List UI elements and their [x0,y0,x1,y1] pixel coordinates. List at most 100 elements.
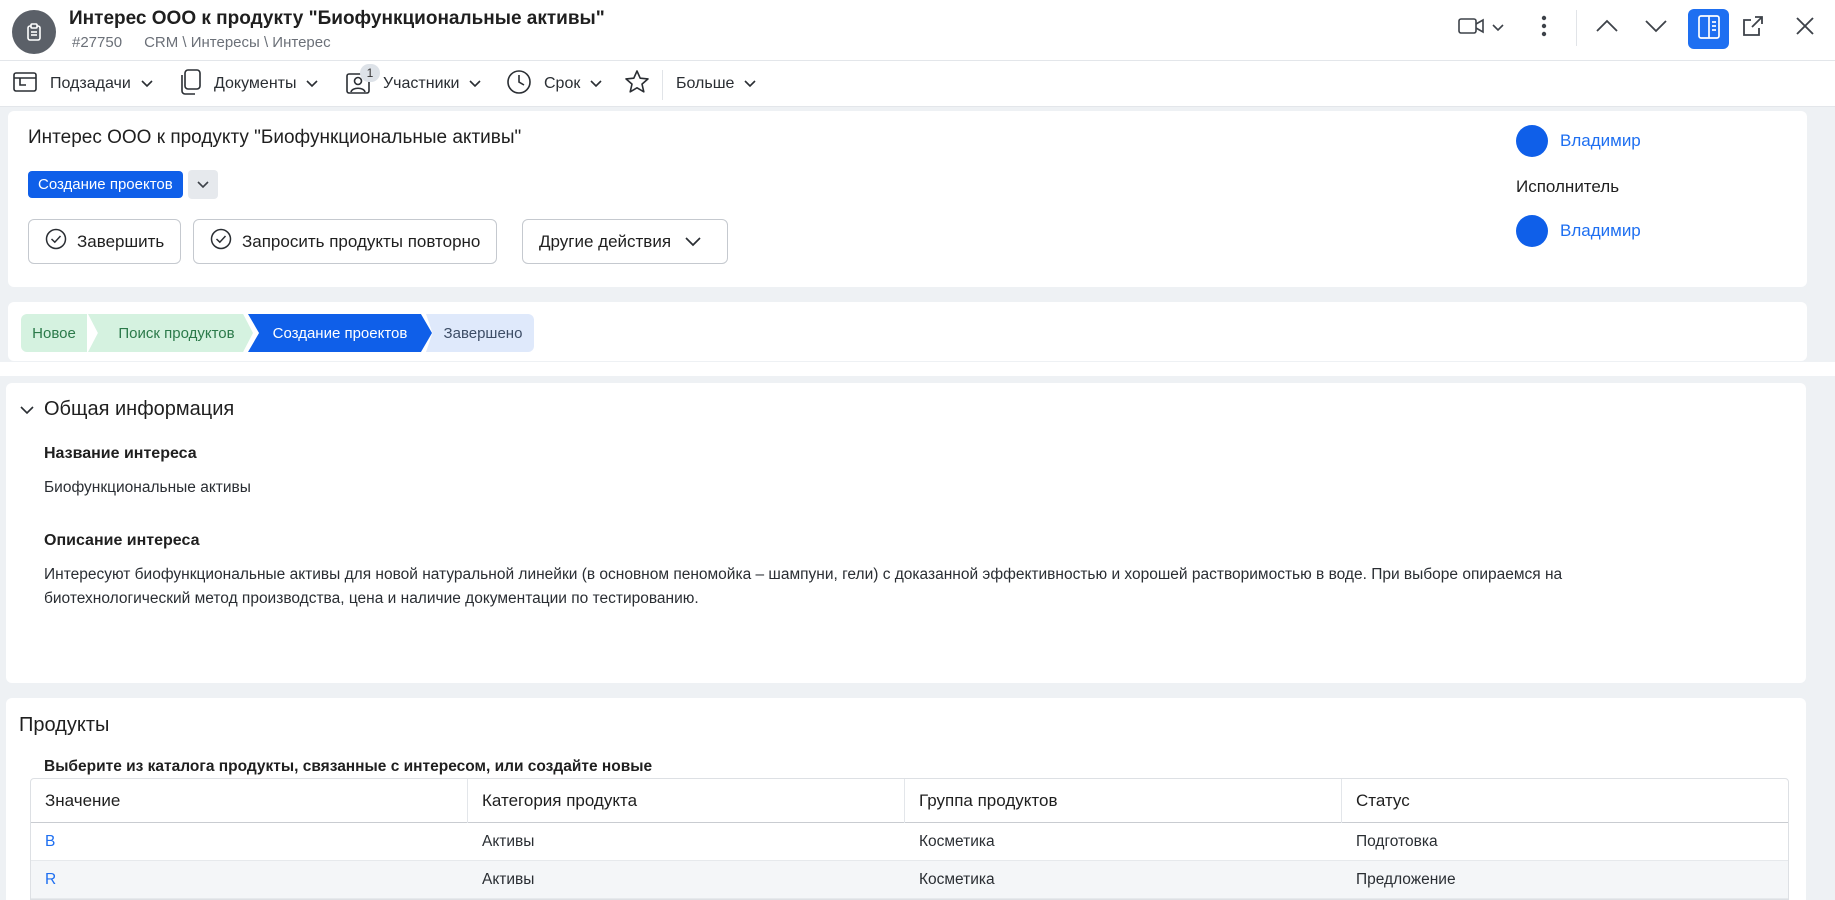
page-title: Интерес ООО к продукту "Биофункциональны… [69,8,605,30]
participants-label: Участники [383,75,459,93]
description-line: биотехнологический метод производства, ц… [44,587,1784,611]
table-cell: Активы [468,823,905,861]
deadline-label: Срок [544,75,580,93]
owner: Владимир [1516,125,1641,157]
check-circle-icon [45,228,77,255]
column-header-value[interactable]: Значение [31,779,468,823]
open-external-button[interactable] [1738,10,1768,46]
close-icon [1795,16,1815,41]
video-call-button[interactable] [1456,10,1506,46]
table-cell: Косметика [905,823,1342,861]
documents-icon [178,68,202,101]
rerequest-label: Запросить продукты повторно [242,232,480,252]
other-actions-label: Другие действия [539,232,671,252]
product-link[interactable]: B [31,823,468,861]
product-link[interactable]: R [31,861,468,899]
table-cell: Подготовка [1342,823,1779,861]
clock-icon [506,69,532,100]
chevron-down-icon [685,232,711,252]
stage-project-creation[interactable]: Создание проектов [248,314,432,352]
subtasks-label: Подзадачи [50,75,131,93]
rerequest-products-button[interactable]: Запросить продукты повторно [193,219,497,264]
finish-label: Завершить [77,232,164,252]
interest-description-label: Описание интереса [44,532,199,550]
next-record-button[interactable] [1641,10,1671,46]
subtasks-icon [12,70,38,99]
record-id: #27750 [72,34,122,51]
deal-summary-card: Интерес ООО к продукту "Биофункциональны… [8,111,1807,287]
current-stage-badge[interactable]: Создание проектов [28,171,183,198]
general-info-section: Общая информация Название интереса Биофу… [6,383,1806,683]
other-actions-button[interactable]: Другие действия [522,219,728,264]
products-table: Значение Категория продукта Группа проду… [30,778,1789,900]
chevron-down-icon [306,75,318,93]
check-circle-icon [210,228,242,255]
stage-completed[interactable]: Завершено [426,314,534,352]
table-header: Значение Категория продукта Группа проду… [31,779,1788,823]
deal-title: Интерес ООО к продукту "Биофункциональны… [28,127,521,149]
executor: Владимир [1516,215,1641,247]
column-header-category[interactable]: Категория продукта [468,779,905,823]
external-link-icon [1742,15,1764,42]
stage-dropdown-button[interactable] [188,170,218,199]
avatar[interactable] [1516,215,1548,247]
more-vertical-icon [1541,15,1547,42]
title-bar: Интерес ООО к продукту "Биофункциональны… [0,0,1835,61]
owner-name-link[interactable]: Владимир [1560,131,1641,151]
subtasks-button[interactable]: Подзадачи [12,61,153,107]
toolbar: Подзадачи Документы Участники Срок Больш… [0,61,1835,107]
chevron-down-icon [744,75,756,93]
column-header-status[interactable]: Статус [1342,779,1779,823]
table-cell: Косметика [905,861,1342,899]
chevron-down-icon [20,398,44,421]
documents-label: Документы [214,75,296,93]
products-section: Продукты Выберите из каталога продукты, … [6,698,1806,900]
previous-record-button[interactable] [1592,10,1622,46]
clipboard-icon [12,10,56,54]
chevron-down-icon [141,75,153,93]
favorite-button[interactable] [624,61,650,107]
column-header-group[interactable]: Группа продуктов [905,779,1342,823]
products-hint: Выберите из каталога продукты, связанные… [44,758,652,776]
chevron-up-icon [1596,19,1618,38]
stage-pipeline: Новое Поиск продуктов Создание проектов … [8,302,1807,361]
table-row[interactable]: R Активы Косметика Предложение [31,861,1788,899]
chevron-down-icon [197,176,209,194]
star-icon [624,69,650,100]
participants-count-badge: 1 [360,64,380,82]
divider [662,70,663,100]
finish-button[interactable]: Завершить [28,219,181,264]
more-button[interactable]: Больше [676,61,756,107]
description-line: Интересуют биофункциональные активы для … [44,563,1784,587]
table-row[interactable]: B Активы Косметика Подготовка [31,823,1788,861]
chevron-down-icon [469,75,481,93]
table-cell: Активы [468,861,905,899]
documents-button[interactable]: Документы [178,61,318,107]
stage-product-search[interactable]: Поиск продуктов [88,314,253,352]
divider [1576,10,1577,46]
general-info-header[interactable]: Общая информация [20,398,234,421]
panel-split-icon [1698,15,1720,44]
chevron-down-icon [1492,19,1504,37]
kebab-menu-button[interactable] [1530,10,1558,46]
general-info-title: Общая информация [44,398,234,421]
more-label: Больше [676,75,734,93]
table-cell: Предложение [1342,861,1779,899]
avatar[interactable] [1516,125,1548,157]
products-title: Продукты [19,714,109,737]
video-icon [1458,16,1486,41]
interest-name-label: Название интереса [44,445,197,463]
content-separator [0,362,1835,376]
interest-description-value[interactable]: Интересуют биофункциональные активы для … [44,563,1784,611]
breadcrumb-path[interactable]: CRM \ Интересы \ Интерес [144,34,331,51]
chevron-down-icon [1645,19,1667,38]
stage-new[interactable]: Новое [21,314,87,352]
deadline-button[interactable]: Срок [506,61,602,107]
interest-name-value[interactable]: Биофункциональные активы [44,476,251,500]
chevron-down-icon [590,75,602,93]
split-view-button[interactable] [1688,9,1729,49]
close-button[interactable] [1790,10,1820,46]
executor-name-link[interactable]: Владимир [1560,221,1641,241]
executor-label: Исполнитель [1516,177,1641,197]
breadcrumb: #27750 CRM \ Интересы \ Интерес [72,34,331,51]
